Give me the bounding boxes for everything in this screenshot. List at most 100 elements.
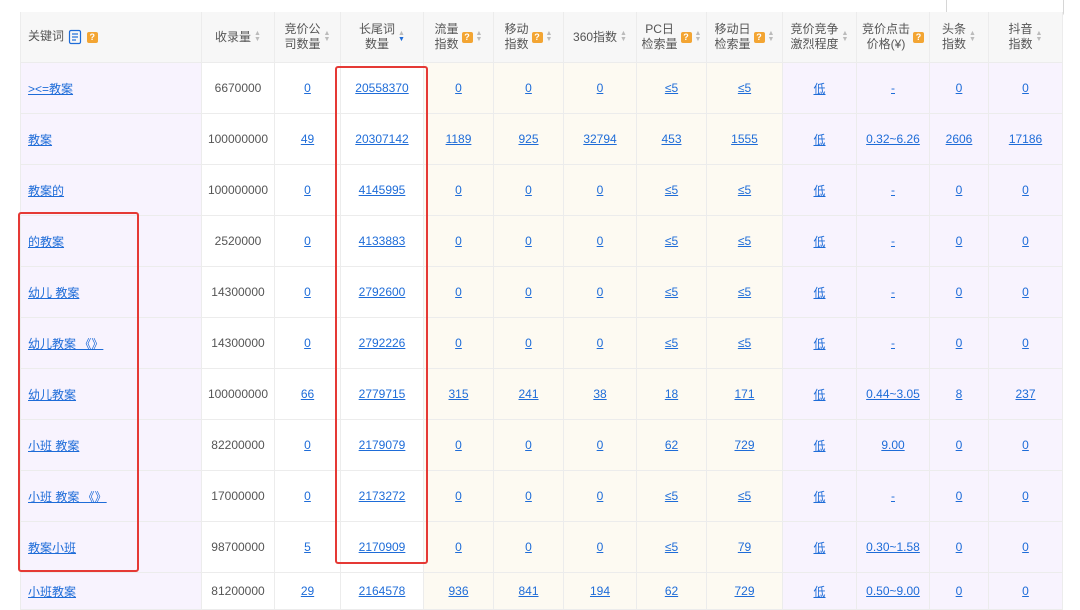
value-link[interactable]: ≤5	[738, 336, 751, 350]
value-link[interactable]: 0	[455, 234, 462, 248]
value-link[interactable]: ≤5	[665, 336, 678, 350]
sort-icon[interactable]: ▲ ▼	[842, 30, 849, 43]
value-link[interactable]: 79	[738, 540, 751, 554]
sort-icon[interactable]: ▲ ▼	[254, 30, 261, 43]
header-traffic[interactable]: 流量 指数? ▲ ▼	[423, 12, 494, 63]
header-index-count[interactable]: 收录量 ▲ ▼	[201, 12, 275, 63]
header-competition[interactable]: 竞价竞争 激烈程度 ▲ ▼	[782, 12, 857, 63]
header-longtail[interactable]: 长尾词 数量 ▲ ▼	[340, 12, 424, 63]
value-link[interactable]: 0	[455, 183, 462, 197]
value-link[interactable]: 0	[956, 438, 963, 452]
value-link[interactable]: 0	[1022, 540, 1029, 554]
value-link[interactable]: 低	[813, 490, 825, 504]
value-link[interactable]: 0	[525, 336, 532, 350]
keyword-link[interactable]: 幼儿教案 《》	[28, 337, 103, 351]
value-link[interactable]: -	[891, 285, 895, 299]
value-link[interactable]: 0	[597, 81, 604, 95]
value-link[interactable]: 0	[1022, 234, 1029, 248]
value-link[interactable]: 1189	[446, 132, 472, 146]
value-link[interactable]: 0	[597, 234, 604, 248]
help-icon[interactable]: ?	[680, 31, 692, 43]
value-link[interactable]: 2170909	[359, 540, 406, 554]
value-link[interactable]: 0.32~6.26	[866, 132, 920, 146]
value-link[interactable]: 0	[304, 438, 311, 452]
keyword-link[interactable]: 教案的	[28, 184, 64, 198]
value-link[interactable]: 241	[518, 387, 538, 401]
keyword-link[interactable]: 的教案	[28, 235, 64, 249]
value-link[interactable]: 2792600	[359, 285, 406, 299]
value-link[interactable]: 729	[734, 584, 754, 598]
value-link[interactable]: ≤5	[665, 540, 678, 554]
value-link[interactable]: 低	[813, 82, 825, 96]
value-link[interactable]: 29	[301, 584, 314, 598]
value-link[interactable]: 低	[813, 286, 825, 300]
help-icon[interactable]: ?	[86, 32, 98, 44]
value-link[interactable]: 453	[661, 132, 681, 146]
value-link[interactable]: 0	[1022, 336, 1029, 350]
value-link[interactable]: 0	[304, 285, 311, 299]
sort-icon[interactable]: ▲ ▼	[1036, 30, 1043, 43]
value-link[interactable]: ≤5	[665, 81, 678, 95]
value-link[interactable]: 低	[813, 439, 825, 453]
value-link[interactable]: 0	[1022, 489, 1029, 503]
value-link[interactable]: 2792226	[359, 336, 406, 350]
value-link[interactable]: 0	[956, 489, 963, 503]
value-link[interactable]: 0	[956, 81, 963, 95]
sort-icon[interactable]: ▲ ▼	[969, 30, 976, 43]
value-link[interactable]: ≤5	[738, 285, 751, 299]
value-link[interactable]: 38	[593, 387, 606, 401]
value-link[interactable]: 0	[304, 183, 311, 197]
header-bid-companies[interactable]: 竞价公 司数量 ▲ ▼	[274, 12, 341, 63]
value-link[interactable]: 低	[813, 337, 825, 351]
value-link[interactable]: ≤5	[738, 81, 751, 95]
value-link[interactable]: 0	[1022, 438, 1029, 452]
value-link[interactable]: 0	[525, 234, 532, 248]
value-link[interactable]: 低	[813, 184, 825, 198]
value-link[interactable]: 925	[518, 132, 538, 146]
value-link[interactable]: 低	[813, 541, 825, 555]
header-cpc[interactable]: 竞价点击 价格(¥)?	[856, 12, 930, 63]
value-link[interactable]: 20558370	[355, 81, 408, 95]
header-360[interactable]: 360指数 ▲ ▼	[563, 12, 637, 63]
value-link[interactable]: 0	[597, 489, 604, 503]
value-link[interactable]: 0	[1022, 183, 1029, 197]
value-link[interactable]: 2164578	[359, 584, 406, 598]
sort-icon[interactable]: ▲ ▼	[476, 30, 483, 43]
value-link[interactable]: 0	[455, 285, 462, 299]
header-mobile-daily[interactable]: 移动日 检索量? ▲ ▼	[706, 12, 783, 63]
value-link[interactable]: ≤5	[665, 183, 678, 197]
keyword-link[interactable]: 教案	[28, 133, 52, 147]
value-link[interactable]: 0	[525, 285, 532, 299]
value-link[interactable]: 0	[956, 285, 963, 299]
value-link[interactable]: 1555	[731, 132, 758, 146]
value-link[interactable]: 0	[1022, 285, 1029, 299]
value-link[interactable]: 2606	[946, 132, 973, 146]
sort-icon[interactable]: ▲ ▼	[324, 30, 331, 43]
value-link[interactable]: 0	[304, 234, 311, 248]
value-link[interactable]: 低	[813, 388, 825, 402]
value-link[interactable]: ≤5	[665, 234, 678, 248]
value-link[interactable]: 0	[956, 540, 963, 554]
value-link[interactable]: 62	[665, 438, 678, 452]
value-link[interactable]: 0.30~1.58	[866, 540, 920, 554]
value-link[interactable]: 0.50~9.00	[866, 584, 920, 598]
value-link[interactable]: 0	[956, 584, 963, 598]
value-link[interactable]: 0	[455, 336, 462, 350]
value-link[interactable]: 194	[590, 584, 610, 598]
value-link[interactable]: 841	[518, 584, 538, 598]
value-link[interactable]: 低	[813, 235, 825, 249]
value-link[interactable]: 0	[304, 489, 311, 503]
value-link[interactable]: 低	[813, 585, 825, 599]
value-link[interactable]: 729	[734, 438, 754, 452]
value-link[interactable]: 62	[665, 584, 678, 598]
value-link[interactable]: -	[891, 81, 895, 95]
value-link[interactable]: 2173272	[359, 489, 406, 503]
help-icon[interactable]: ?	[913, 31, 924, 43]
value-link[interactable]: 49	[301, 132, 314, 146]
value-link[interactable]: 18	[665, 387, 678, 401]
value-link[interactable]: 0	[597, 336, 604, 350]
keyword-link[interactable]: 幼儿教案	[28, 388, 76, 402]
value-link[interactable]: 0	[597, 285, 604, 299]
value-link[interactable]: 0	[304, 336, 311, 350]
value-link[interactable]: 0	[525, 438, 532, 452]
